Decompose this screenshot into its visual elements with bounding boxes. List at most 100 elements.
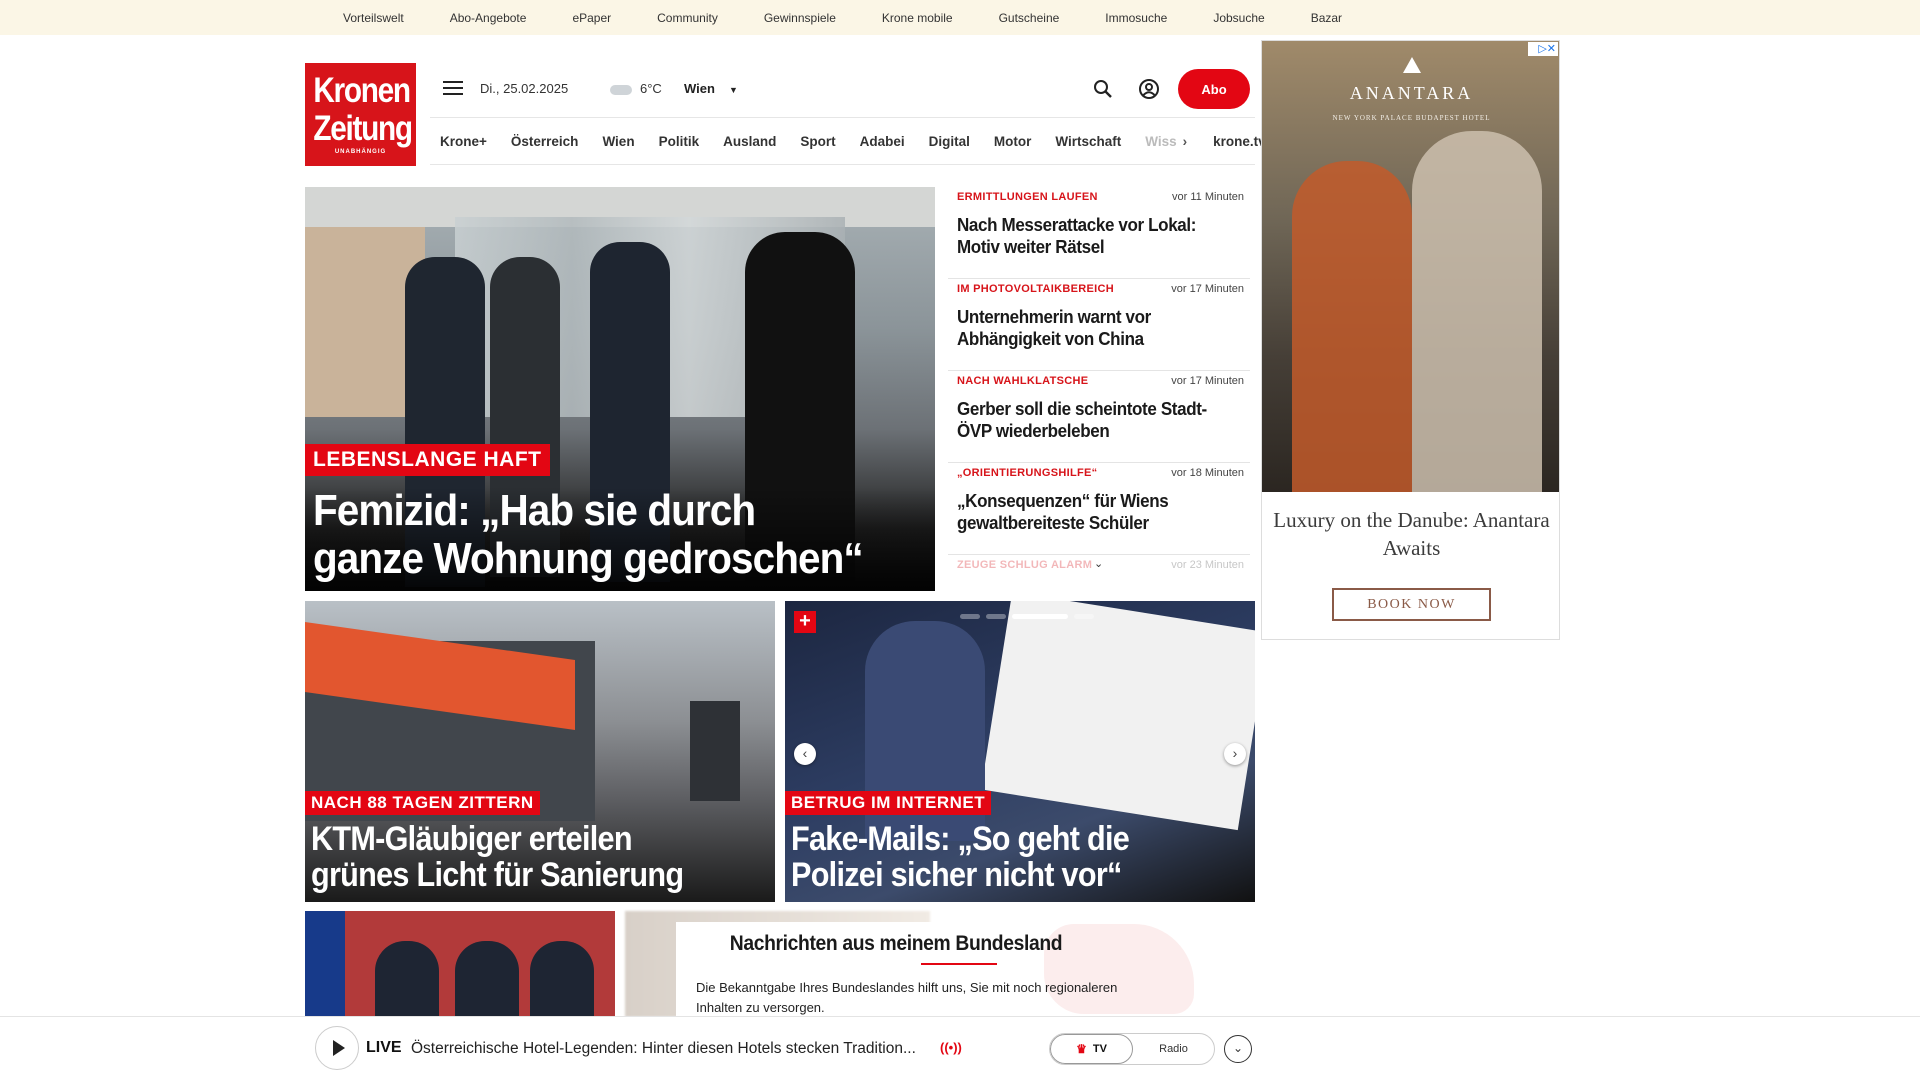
current-date: Di., 25.02.2025	[480, 81, 569, 96]
tv-radio-toggle[interactable]: ♛ TV Radio	[1049, 1033, 1215, 1065]
expand-news-chevron-icon[interactable]: ⌄	[1094, 557, 1103, 570]
bundesland-text: Die Bekanntgabe Ihres Bundeslandes hilft…	[696, 980, 1118, 1015]
nav-item-motor[interactable]: Motor	[994, 134, 1032, 149]
news-time: vor 17 Minuten	[1171, 283, 1244, 295]
topbar-link-community[interactable]: Community	[657, 11, 718, 25]
nav-item-wirtschaft[interactable]: Wirtschaft	[1055, 134, 1121, 149]
topbar-link-gutscheine[interactable]: Gutscheine	[999, 11, 1060, 25]
carousel-prev-icon[interactable]: ‹	[794, 743, 816, 765]
card-headline[interactable]: Fake-Mails: „So geht die Polizei sicher …	[791, 821, 1214, 893]
news-time: vor 17 Minuten	[1171, 375, 1244, 387]
carousel-indicators	[960, 606, 1100, 619]
ad-subbrand: NEW YORK PALACE BUDAPEST HOTEL	[1332, 114, 1491, 122]
live-label: LIVE	[366, 1039, 402, 1056]
ktm-image-tower	[690, 701, 740, 801]
news-kicker: ERMITTLUNGEN LAUFEN	[957, 191, 1098, 203]
card-kicker: NACH 88 TAGEN ZITTERN	[305, 791, 540, 815]
news-time: vor 23 Minuten	[1171, 559, 1244, 571]
topbar-link-gewinnspiele[interactable]: Gewinnspiele	[764, 11, 836, 25]
politics-image-person	[455, 941, 519, 1017]
news-item[interactable]: „ORIENTIERUNGSHILFE“ vor 18 Minuten „Kon…	[948, 463, 1250, 555]
topbar-link-jobsuche[interactable]: Jobsuche	[1213, 11, 1264, 25]
hero-kicker: LEBENSLANGE HAFT	[305, 444, 550, 476]
expand-player-chevron-icon[interactable]: ⌄	[1224, 1035, 1252, 1063]
topbar-link-bazar[interactable]: Bazar	[1311, 11, 1342, 25]
header: Di., 25.02.2025 6°C Wien ▼ Abo	[430, 62, 1255, 114]
nav-item-oesterreich[interactable]: Österreich	[511, 134, 579, 149]
news-item[interactable]: NACH WAHLKLATSCHE vor 17 Minuten Gerber …	[948, 371, 1250, 463]
title-underline	[921, 963, 997, 965]
live-player-bar: LIVE Österreichische Hotel-Legenden: Hin…	[0, 1016, 1920, 1080]
news-headline[interactable]: „Konsequenzen“ für Wiens gewaltbereitest…	[957, 490, 1219, 534]
krone-tv-label: krone.tv	[1213, 133, 1266, 149]
search-icon[interactable]	[1092, 78, 1114, 100]
chevron-down-icon: ▼	[728, 85, 738, 95]
ad-headline: Luxury on the Danube: Anantara Awaits	[1273, 508, 1550, 560]
politics-image-person	[530, 941, 594, 1017]
card-kicker: BETRUG IM INTERNET	[785, 791, 992, 815]
topbar-link-abo-angebote[interactable]: Abo-Angebote	[450, 11, 527, 25]
topbar-link-epaper[interactable]: ePaper	[572, 11, 611, 25]
play-button[interactable]	[315, 1026, 359, 1070]
hamburger-menu-icon[interactable]	[443, 81, 463, 97]
news-kicker: „ORIENTIERUNGSHILFE“	[957, 467, 1098, 479]
news-item[interactable]: ERMITTLUNGEN LAUFEN vor 11 Minuten Nach …	[948, 187, 1250, 279]
temperature: 6°C	[640, 81, 662, 96]
hero-article[interactable]: LEBENSLANGE HAFT Femizid: „Hab sie durch…	[305, 187, 935, 591]
ad-photo-woman	[1292, 161, 1412, 492]
tv-label: TV	[1092, 1043, 1107, 1055]
politics-image-person	[375, 941, 439, 1017]
article-card-politics-image[interactable]	[305, 911, 615, 1017]
topbar-link-krone-mobile[interactable]: Krone mobile	[882, 11, 953, 25]
ad-brand: ANANTARA	[1349, 83, 1474, 103]
nav-item-politik[interactable]: Politik	[659, 134, 700, 149]
nav-item-sport[interactable]: Sport	[800, 134, 835, 149]
nav-item-adabei[interactable]: Adabei	[860, 134, 905, 149]
hero-headline[interactable]: Femizid: „Hab sie durch ganze Wohnung ge…	[313, 487, 865, 583]
card-headline[interactable]: KTM-Gläubiger erteilen grünes Licht für …	[311, 821, 734, 893]
topbar-link-vorteilswelt[interactable]: Vorteilswelt	[343, 11, 404, 25]
top-utility-bar: Vorteilswelt Abo-Angebote ePaper Communi…	[0, 0, 1920, 35]
nav-item-krone-plus[interactable]: Krone+	[440, 134, 487, 149]
nav-item-wien[interactable]: Wien	[602, 134, 634, 149]
logo-line-2: Zeitung	[313, 109, 413, 148]
abo-button[interactable]: Abo	[1178, 69, 1250, 109]
article-card-ktm[interactable]: NACH 88 TAGEN ZITTERN KTM-Gläubiger erte…	[305, 601, 775, 902]
nav-scroll-right-icon[interactable]: ›	[1183, 134, 1188, 149]
radio-tab[interactable]: Radio	[1133, 1034, 1214, 1064]
krone-plus-icon: +	[794, 611, 816, 633]
topbar-link-immosuche[interactable]: Immosuche	[1105, 11, 1167, 25]
tv-tab[interactable]: ♛ TV	[1050, 1034, 1133, 1064]
ad-photo-man	[1412, 131, 1542, 492]
nav-item-digital[interactable]: Digital	[929, 134, 970, 149]
live-stream-title[interactable]: Österreichische Hotel-Legenden: Hinter d…	[411, 1040, 916, 1058]
user-account-icon[interactable]	[1138, 78, 1160, 100]
news-headline[interactable]: Nach Messerattacke vor Lokal: Motiv weit…	[957, 214, 1219, 258]
news-time: vor 18 Minuten	[1171, 467, 1244, 479]
anantara-logo-icon	[1403, 57, 1421, 73]
logo-line-1: Kronen	[313, 71, 411, 110]
play-icon	[332, 1040, 345, 1056]
news-kicker: ZEUGE SCHLUG ALARM	[957, 559, 1093, 571]
nav-item-wissen-truncated[interactable]: Wiss	[1145, 134, 1176, 149]
article-card-fake-mails[interactable]: + ‹ › BETRUG IM INTERNET Fake-Mails: „So…	[785, 601, 1255, 902]
carousel-next-icon[interactable]: ›	[1224, 743, 1246, 765]
main-navigation: Krone+ Österreich Wien Politik Ausland S…	[430, 117, 1297, 165]
city-selector[interactable]: Wien ▼	[684, 81, 738, 96]
nav-item-ausland[interactable]: Ausland	[723, 134, 776, 149]
news-headline[interactable]: Gerber soll die scheintote Stadt-ÖVP wie…	[957, 398, 1219, 442]
news-item[interactable]: IM PHOTOVOLTAIKBEREICH vor 17 Minuten Un…	[948, 279, 1250, 371]
bundesland-title: Nachrichten aus meinem Bundesland	[729, 932, 1063, 955]
crown-icon: ♛	[1076, 1042, 1087, 1056]
news-headline[interactable]: Unternehmerin warnt vor Abhängigkeit von…	[957, 306, 1219, 350]
advertisement[interactable]: ANANTARA NEW YORK PALACE BUDAPEST HOTEL …	[1261, 40, 1560, 640]
weather: 6°C	[610, 81, 662, 96]
news-kicker: IM PHOTOVOLTAIKBEREICH	[957, 283, 1114, 295]
broadcast-icon: ((•))	[940, 1040, 962, 1055]
book-now-button[interactable]: BOOK NOW	[1332, 588, 1491, 621]
news-time: vor 11 Minuten	[1172, 191, 1244, 203]
adchoices-close-icon[interactable]: ▷✕	[1528, 42, 1558, 56]
news-kicker: NACH WAHLKLATSCHE	[957, 375, 1089, 387]
kronen-zeitung-logo[interactable]: Kronen Zeitung UNABHÄNGIG	[305, 63, 416, 166]
city-name: Wien	[684, 81, 715, 96]
